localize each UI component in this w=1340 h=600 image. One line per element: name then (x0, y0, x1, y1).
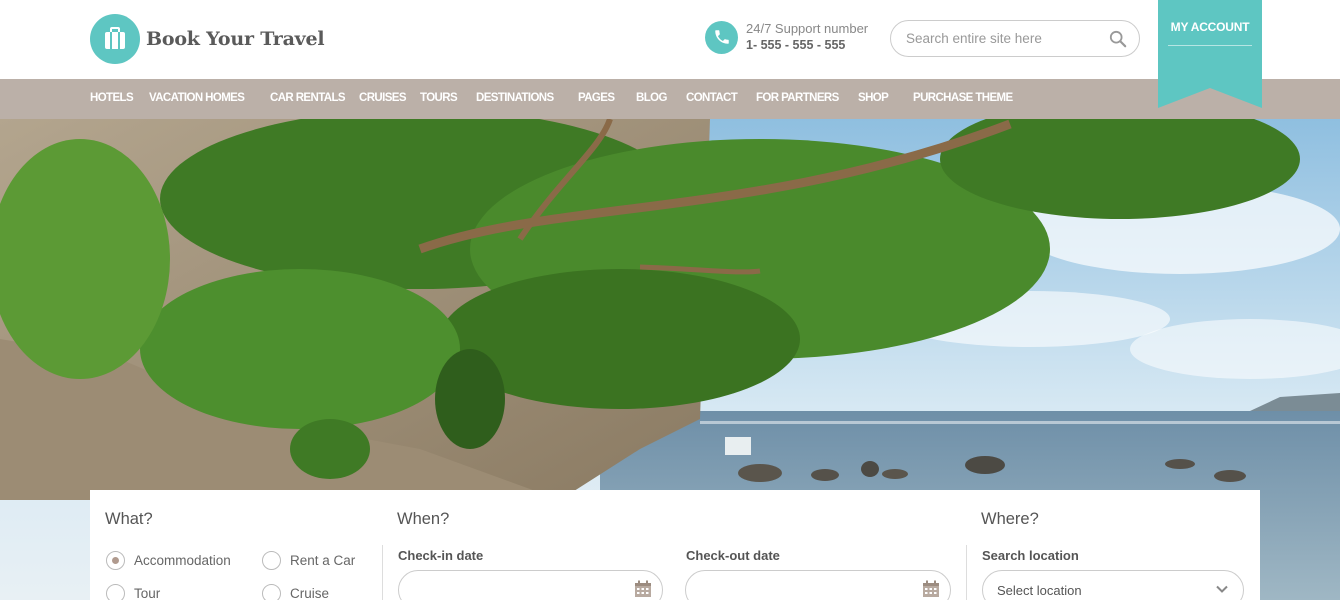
my-account-button[interactable]: MY ACCOUNT (1158, 0, 1262, 108)
calendar-icon[interactable] (922, 580, 940, 600)
support-number: 1- 555 - 555 - 555 (746, 38, 846, 52)
checkout-date-field[interactable] (685, 570, 951, 600)
radio-unchecked-icon (106, 584, 125, 600)
site-search (890, 20, 1140, 57)
what-title: What? (105, 510, 153, 528)
main-nav: HOTELS VACATION HOMES CAR RENTALS CRUISE… (0, 79, 1340, 119)
when-title: When? (397, 510, 450, 528)
radio-unchecked-icon (262, 551, 281, 570)
site-logo[interactable]: Book Your Travel (90, 14, 325, 64)
radio-label: Rent a Car (290, 553, 356, 568)
location-label: Search location (982, 548, 1079, 563)
nav-item-tours[interactable]: TOURS (420, 92, 458, 104)
nav-item-cruises[interactable]: CRUISES (359, 92, 407, 104)
nav-item-car-rentals[interactable]: CAR RENTALS (270, 92, 346, 104)
checkin-date-field[interactable] (398, 570, 663, 600)
nav-item-destinations[interactable]: DESTINATIONS (476, 92, 554, 104)
my-account-label: MY ACCOUNT (1170, 20, 1250, 34)
chevron-down-icon (1215, 582, 1229, 600)
radio-unchecked-icon (262, 584, 281, 600)
phone-icon (705, 20, 738, 54)
radio-checked-icon (106, 551, 125, 570)
support-label: 24/7 Support number (746, 21, 869, 36)
nav-item-blog[interactable]: BLOG (636, 92, 667, 104)
brand-name: Book Your Travel (146, 28, 325, 50)
radio-label: Cruise (290, 586, 330, 600)
radio-cruise[interactable]: Cruise (262, 584, 329, 600)
suitcase-icon (90, 14, 140, 64)
nav-item-shop[interactable]: SHOP (858, 92, 889, 104)
nav-item-pages[interactable]: PAGES (578, 92, 615, 104)
search-icon[interactable] (1107, 28, 1129, 50)
site-header: Book Your Travel 24/7 Support number 1- … (0, 0, 1340, 79)
nav-item-purchase-theme[interactable]: PURCHASE THEME (913, 92, 1013, 104)
radio-label: Tour (134, 586, 161, 600)
radio-accommodation[interactable]: Accommodation (106, 551, 231, 570)
my-account-divider (1168, 45, 1252, 46)
radio-label: Accommodation (134, 553, 231, 568)
radio-rent-a-car[interactable]: Rent a Car (262, 551, 355, 570)
where-title: Where? (981, 510, 1039, 528)
search-panel: What? When? Where? Accommodation Rent a … (90, 490, 1260, 600)
nav-item-for-partners[interactable]: FOR PARTNERS (756, 92, 839, 104)
divider (382, 545, 383, 600)
nav-item-vacation-homes[interactable]: VACATION HOMES (149, 92, 245, 104)
checkin-label: Check-in date (398, 548, 484, 563)
radio-tour[interactable]: Tour (106, 584, 160, 600)
checkout-label: Check-out date (686, 548, 780, 563)
support-contact: 24/7 Support number 1- 555 - 555 - 555 (705, 20, 868, 54)
location-select-value: Select location (997, 582, 1082, 598)
location-select[interactable]: Select location (982, 570, 1244, 600)
calendar-icon[interactable] (634, 580, 652, 600)
divider (966, 545, 967, 600)
site-search-input[interactable] (906, 31, 1107, 46)
nav-item-hotels[interactable]: HOTELS (90, 92, 134, 104)
nav-item-contact[interactable]: CONTACT (686, 92, 738, 104)
